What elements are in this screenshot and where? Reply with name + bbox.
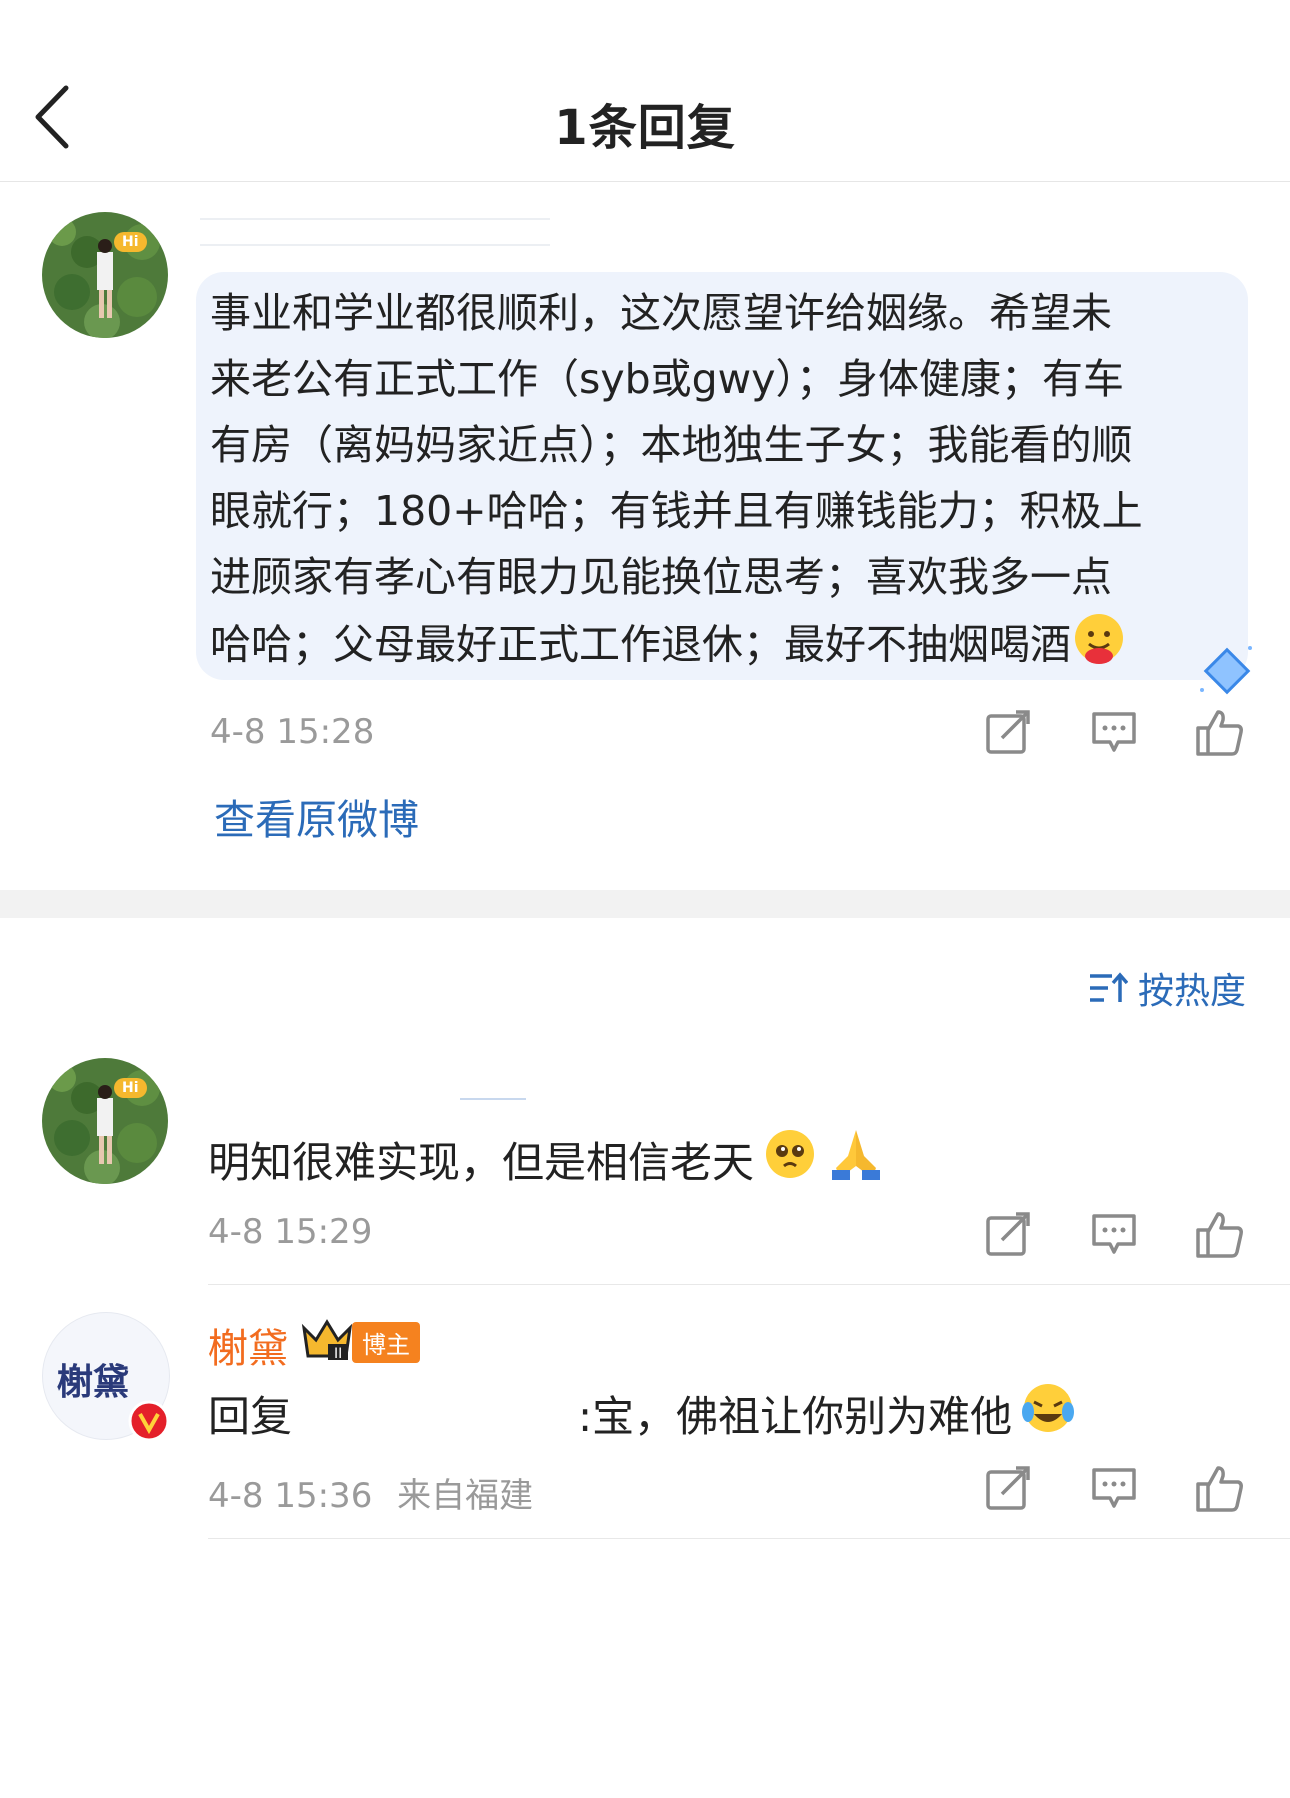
comment-button[interactable] [1088,706,1140,758]
comment-meta: 4-8 15:36 来自福建 [208,1468,533,1517]
post-line: 进顾家有孝心有眼力见能换位思考；喜欢我多一点 [210,553,1112,601]
sort-label: 按热度 [1138,971,1247,1012]
sort-toggle[interactable]: 按热度 [1088,962,1246,1014]
avatar[interactable]: Hi [42,212,168,338]
comment-button[interactable] [1088,1208,1140,1260]
share-icon [986,710,1030,754]
comment-time: 4-8 15:29 [208,1212,373,1252]
comment-icon [1092,712,1136,752]
comment-button[interactable] [1088,1462,1140,1514]
view-original-link[interactable]: 查看原微博 [214,786,419,846]
reply-prefix: 回复 [208,1391,293,1441]
section-divider [0,890,1290,918]
comment-text: 明知很难实现，但是相信老天 [208,1137,755,1187]
post-line: 事业和学业都很顺利，这次愿望许给姻缘。希望未 [210,289,1112,337]
username-redacted [200,218,550,220]
thumbs-up-icon [1196,1466,1243,1512]
avatar-photo [42,212,168,338]
avatar-calligraphy: 榭黛 [57,1361,130,1403]
reply-text: :宝，佛祖让你别为难他 [578,1391,1013,1441]
thumbs-up-icon [1196,710,1243,756]
username-redacted [460,1098,526,1100]
thumbs-up-icon [1196,1212,1243,1258]
repost-button[interactable] [982,1462,1034,1514]
comment-divider [208,1284,1290,1285]
hug-emoji-icon [1071,610,1127,685]
comment-icon [1092,1214,1136,1254]
post-time: 4-8 15:28 [210,712,375,752]
crying-laughing-icon [1018,1380,1078,1446]
comment-divider [208,1538,1290,1539]
comment-icon [1092,1468,1136,1508]
page-title: 1条回复 [554,100,736,156]
diamond-decoration-icon [1200,646,1252,695]
post-line: 哈哈；父母最好正式工作退休；最好不抽烟喝酒 [210,620,1071,669]
hi-badge: Hi [114,1078,147,1098]
like-button[interactable] [1194,706,1246,758]
hi-badge: Hi [114,232,147,252]
repost-button[interactable] [982,1208,1034,1260]
share-icon [986,1466,1030,1510]
comment-location: 来自福建 [397,1476,534,1516]
username-redacted-2 [200,244,550,246]
share-icon [986,1212,1030,1256]
praying-hands-icon [826,1126,886,1192]
avatar[interactable]: Hi [42,1058,168,1184]
comment-text-row: 明知很难实现，但是相信老天 [208,1126,886,1192]
repost-button[interactable] [982,706,1034,758]
like-button[interactable] [1194,1462,1246,1514]
blogger-badge: 博主 [352,1322,420,1363]
pleading-face-icon [762,1126,818,1192]
like-button[interactable] [1194,1208,1246,1260]
post-line: 来老公有正式工作（syb或gwy）；身体健康；有车 [210,355,1124,403]
blogger-name[interactable]: 榭黛 [208,1316,288,1374]
reply-text-row: 回复 :宝，佛祖让你别为难他 [208,1380,1078,1446]
avatar-photo [42,1058,168,1184]
svg-text:II: II [334,1346,342,1362]
crown-icon: II [301,1319,353,1362]
post-text: 事业和学业都很顺利，这次愿望许给姻缘。希望未 来老公有正式工作（syb或gwy）… [210,280,1240,685]
sort-icon [1090,972,1128,1002]
verified-v-icon [128,1400,170,1442]
comment-time: 4-8 15:36 [208,1476,373,1516]
post-line: 有房（离妈妈家近点）；本地独生子女；我能看的顺 [210,421,1133,469]
post-line: 眼就行；180+哈哈；有钱并且有赚钱能力；积极上 [210,487,1143,535]
